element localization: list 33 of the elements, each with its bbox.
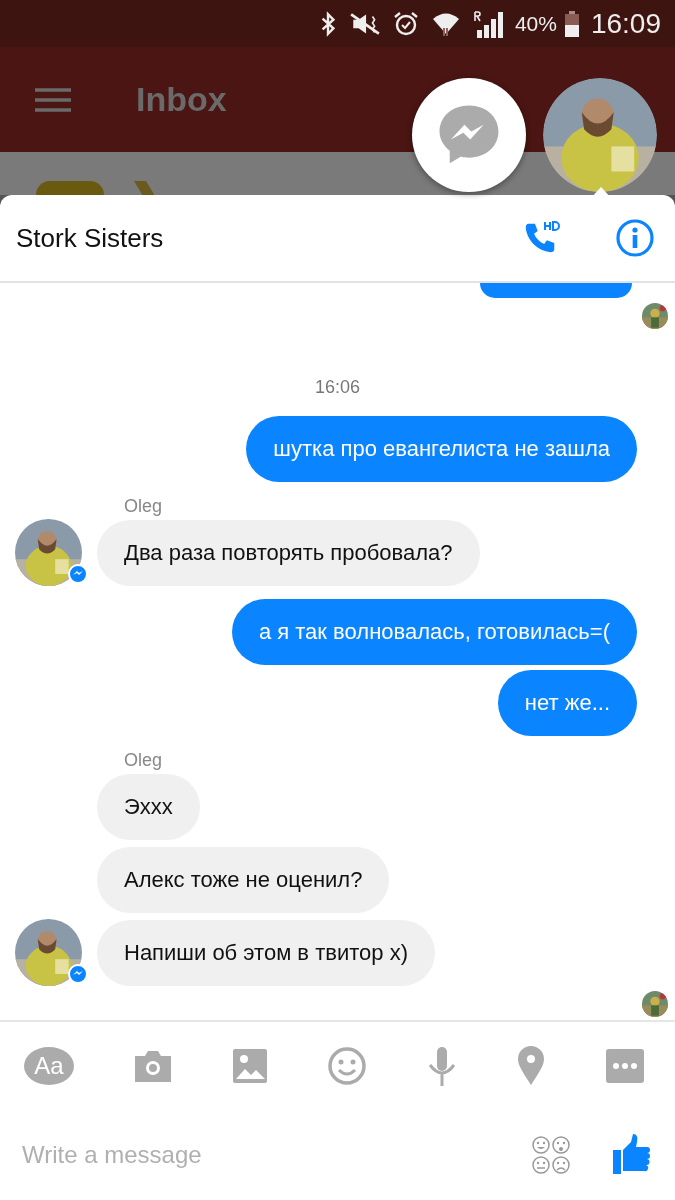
- more-icon[interactable]: [604, 1048, 645, 1084]
- emoji-faces-icon[interactable]: [531, 1135, 571, 1175]
- battery-icon: [564, 10, 579, 37]
- image-icon[interactable]: [232, 1048, 269, 1084]
- message-bubble: шутка про евангелиста не зашла: [246, 416, 637, 482]
- thumbs-up-icon[interactable]: [611, 1134, 651, 1176]
- battery-percentage: 40%: [514, 11, 557, 36]
- message-bubble: Алекс тоже не оценил?: [97, 847, 390, 913]
- sender-name: Oleg: [124, 750, 163, 771]
- message-bubble: нет же...: [497, 670, 637, 736]
- messenger-badge-icon: [68, 564, 88, 584]
- info-icon: [615, 218, 655, 258]
- conversation-title: Stork Sisters: [16, 222, 165, 254]
- location-pin-icon[interactable]: [515, 1046, 546, 1086]
- clock-time: 16:09: [590, 7, 661, 40]
- message-bubble: Два раза повторять пробовала?: [97, 520, 480, 586]
- messenger-badge-icon: [68, 964, 88, 984]
- mute-icon: [348, 11, 381, 36]
- sender-name: Oleg: [124, 496, 163, 517]
- signal-icon: [472, 9, 503, 38]
- microphone-icon[interactable]: [426, 1046, 457, 1086]
- info-button[interactable]: [615, 218, 655, 258]
- smiley-icon[interactable]: [327, 1046, 368, 1086]
- timestamp: 16:06: [314, 377, 360, 398]
- text-format-button[interactable]: Aa: [24, 1047, 74, 1085]
- message-bubble: а я так волновалась, готовилась=(: [231, 599, 637, 665]
- camera-icon[interactable]: [133, 1048, 174, 1084]
- app-title: Inbox: [136, 80, 227, 119]
- message-bubble: Эххх: [97, 774, 200, 840]
- menu-icon[interactable]: [35, 86, 71, 113]
- alarm-icon: [392, 10, 419, 37]
- message-input[interactable]: Write a message: [22, 1141, 491, 1169]
- message-bubble: Напиши об этом в твитор х): [97, 920, 435, 986]
